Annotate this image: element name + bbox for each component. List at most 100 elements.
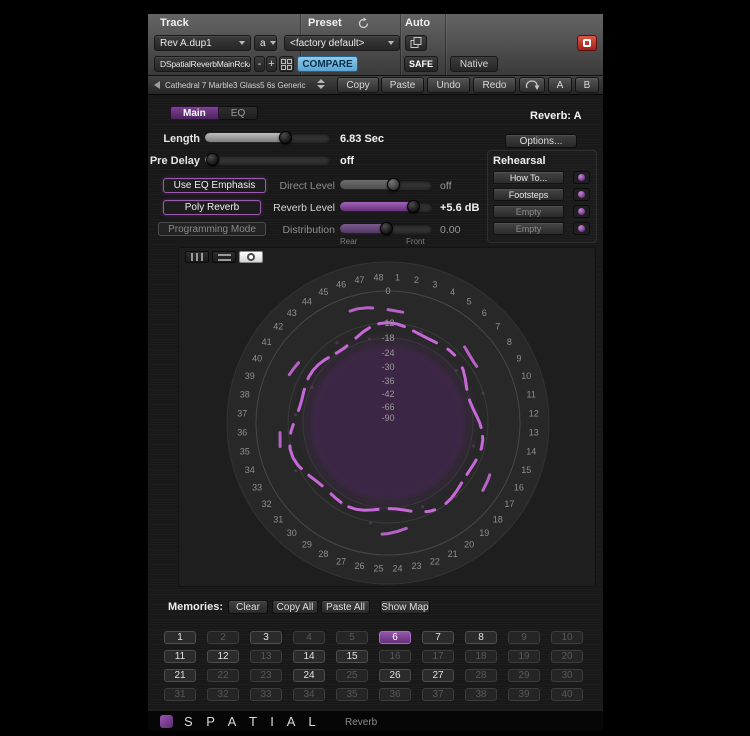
memory-slot-19[interactable]: 19 bbox=[508, 650, 540, 663]
rehearsal-play-toggle[interactable] bbox=[573, 188, 590, 201]
radar-plot[interactable]: 0-12-18-24-30-36-42-66-90123456789101112… bbox=[179, 248, 596, 587]
radar-position-label: 44 bbox=[302, 297, 312, 307]
memory-slot-6[interactable]: 6 bbox=[379, 631, 411, 644]
rehearsal-play-toggle[interactable] bbox=[573, 222, 590, 235]
memory-slot-10[interactable]: 10 bbox=[551, 631, 583, 644]
memory-slot-11[interactable]: 11 bbox=[164, 650, 196, 663]
slider-thumb[interactable] bbox=[407, 200, 420, 213]
memory-slot-13[interactable]: 13 bbox=[250, 650, 282, 663]
memory-slot-26[interactable]: 26 bbox=[379, 669, 411, 682]
memory-slot-28[interactable]: 28 bbox=[465, 669, 497, 682]
memory-slot-36[interactable]: 36 bbox=[379, 688, 411, 701]
slider-thumb[interactable] bbox=[279, 131, 292, 144]
copy-button[interactable]: Copy bbox=[337, 77, 379, 93]
memory-slot-31[interactable]: 31 bbox=[164, 688, 196, 701]
processing-format-button[interactable]: Native bbox=[450, 56, 498, 72]
chevron-down-icon bbox=[239, 41, 245, 45]
poly-reverb-button[interactable]: Poly Reverb bbox=[163, 200, 261, 215]
memory-slot-23[interactable]: 23 bbox=[250, 669, 282, 682]
rehearsal-empty-button[interactable]: Empty bbox=[493, 222, 564, 235]
settings-menu-button[interactable] bbox=[279, 56, 294, 72]
memory-slot-17[interactable]: 17 bbox=[422, 650, 454, 663]
memory-slot-25[interactable]: 25 bbox=[336, 669, 368, 682]
rehearsal-play-toggle[interactable] bbox=[573, 205, 590, 218]
memory-slot-34[interactable]: 34 bbox=[293, 688, 325, 701]
radar-position-label: 12 bbox=[529, 409, 539, 419]
options-button[interactable]: Options... bbox=[505, 134, 577, 148]
memories-show-map-button[interactable]: Show Map bbox=[380, 600, 430, 614]
auto-column-label: Auto bbox=[405, 17, 430, 29]
memories-paste-all-button[interactable]: Paste All bbox=[321, 600, 370, 614]
memory-slot-20[interactable]: 20 bbox=[551, 650, 583, 663]
memory-slot-27[interactable]: 27 bbox=[422, 669, 454, 682]
distribution-slider[interactable] bbox=[340, 222, 432, 235]
length-slider[interactable] bbox=[205, 131, 330, 144]
memory-slot-22[interactable]: 22 bbox=[207, 669, 239, 682]
slider-thumb[interactable] bbox=[380, 222, 393, 235]
redo-button[interactable]: Redo bbox=[473, 77, 516, 93]
slider-fill bbox=[340, 180, 393, 189]
memories-clear-button[interactable]: Clear bbox=[228, 600, 268, 614]
memory-slot-8[interactable]: 8 bbox=[465, 631, 497, 644]
memory-slot-40[interactable]: 40 bbox=[551, 688, 583, 701]
rehearsal-empty-button[interactable]: Empty bbox=[493, 205, 564, 218]
radar-position-label: 16 bbox=[514, 483, 524, 493]
memory-slot-7[interactable]: 7 bbox=[422, 631, 454, 644]
memory-slot-1[interactable]: 1 bbox=[164, 631, 196, 644]
memory-slot-39[interactable]: 39 bbox=[508, 688, 540, 701]
memory-slot-16[interactable]: 16 bbox=[379, 650, 411, 663]
slider-thumb[interactable] bbox=[387, 178, 400, 191]
memory-slot-2[interactable]: 2 bbox=[207, 631, 239, 644]
plugin-footer: S P A T I A L Reverb bbox=[148, 710, 603, 731]
programming-mode-button[interactable]: Programming Mode bbox=[158, 222, 266, 236]
preset-refresh-icon[interactable] bbox=[357, 17, 370, 30]
memory-slot-37[interactable]: 37 bbox=[422, 688, 454, 701]
safe-button[interactable]: SAFE bbox=[404, 56, 438, 72]
memory-slot-30[interactable]: 30 bbox=[551, 669, 583, 682]
radar-position-label: 24 bbox=[392, 564, 402, 574]
reverb-level-slider[interactable] bbox=[340, 200, 432, 213]
compare-a-button[interactable]: A bbox=[548, 77, 572, 93]
memory-slot-29[interactable]: 29 bbox=[508, 669, 540, 682]
copy-preset-button[interactable] bbox=[405, 35, 427, 51]
rehearsal-play-toggle[interactable] bbox=[573, 171, 590, 184]
memory-slot-35[interactable]: 35 bbox=[336, 688, 368, 701]
memory-slot-24[interactable]: 24 bbox=[293, 669, 325, 682]
preset-nav-icon[interactable] bbox=[154, 81, 160, 89]
use-eq-emphasis-button[interactable]: Use EQ Emphasis bbox=[163, 178, 266, 193]
memory-slot-15[interactable]: 15 bbox=[336, 650, 368, 663]
track-letter-selector[interactable]: a bbox=[254, 35, 277, 51]
insert-previous-button[interactable]: - bbox=[254, 56, 265, 72]
memories-copy-all-button[interactable]: Copy All bbox=[272, 600, 318, 614]
memory-slot-32[interactable]: 32 bbox=[207, 688, 239, 701]
memory-slot-33[interactable]: 33 bbox=[250, 688, 282, 701]
insert-next-button[interactable]: + bbox=[266, 56, 277, 72]
track-selector[interactable]: Rev A.dup1 bbox=[154, 35, 251, 51]
automation-indicator-button[interactable] bbox=[577, 35, 597, 51]
compare-b-button[interactable]: B bbox=[575, 77, 599, 93]
tab-eq[interactable]: EQ bbox=[219, 106, 258, 120]
slider-thumb[interactable] bbox=[206, 153, 219, 166]
memory-slot-5[interactable]: 5 bbox=[336, 631, 368, 644]
plugin-selector[interactable]: DSpatialReverbMainRckA bbox=[154, 56, 251, 72]
pre-delay-slider[interactable] bbox=[205, 153, 330, 166]
preset-selector[interactable]: <factory default> bbox=[284, 35, 400, 51]
memory-slot-18[interactable]: 18 bbox=[465, 650, 497, 663]
compare-button[interactable]: COMPARE bbox=[297, 56, 358, 72]
preset-stepper[interactable] bbox=[317, 79, 325, 89]
rehearsal-footsteps-button[interactable]: Footsteps bbox=[493, 188, 564, 201]
tab-main[interactable]: Main bbox=[170, 106, 219, 120]
memory-slot-38[interactable]: 38 bbox=[465, 688, 497, 701]
plugin-preset-title[interactable]: Cathedral 7 Marble3 Glass5 6s Generic bbox=[165, 81, 315, 90]
rehearsal-how-to-button[interactable]: How To... bbox=[493, 171, 564, 184]
memory-slot-21[interactable]: 21 bbox=[164, 669, 196, 682]
direct-level-slider[interactable] bbox=[340, 178, 432, 191]
memory-slot-4[interactable]: 4 bbox=[293, 631, 325, 644]
undo-button[interactable]: Undo bbox=[427, 77, 470, 93]
memory-slot-14[interactable]: 14 bbox=[293, 650, 325, 663]
memory-slot-12[interactable]: 12 bbox=[207, 650, 239, 663]
memory-slot-9[interactable]: 9 bbox=[508, 631, 540, 644]
swap-ab-button[interactable] bbox=[519, 77, 545, 93]
paste-button[interactable]: Paste bbox=[381, 77, 424, 93]
memory-slot-3[interactable]: 3 bbox=[250, 631, 282, 644]
